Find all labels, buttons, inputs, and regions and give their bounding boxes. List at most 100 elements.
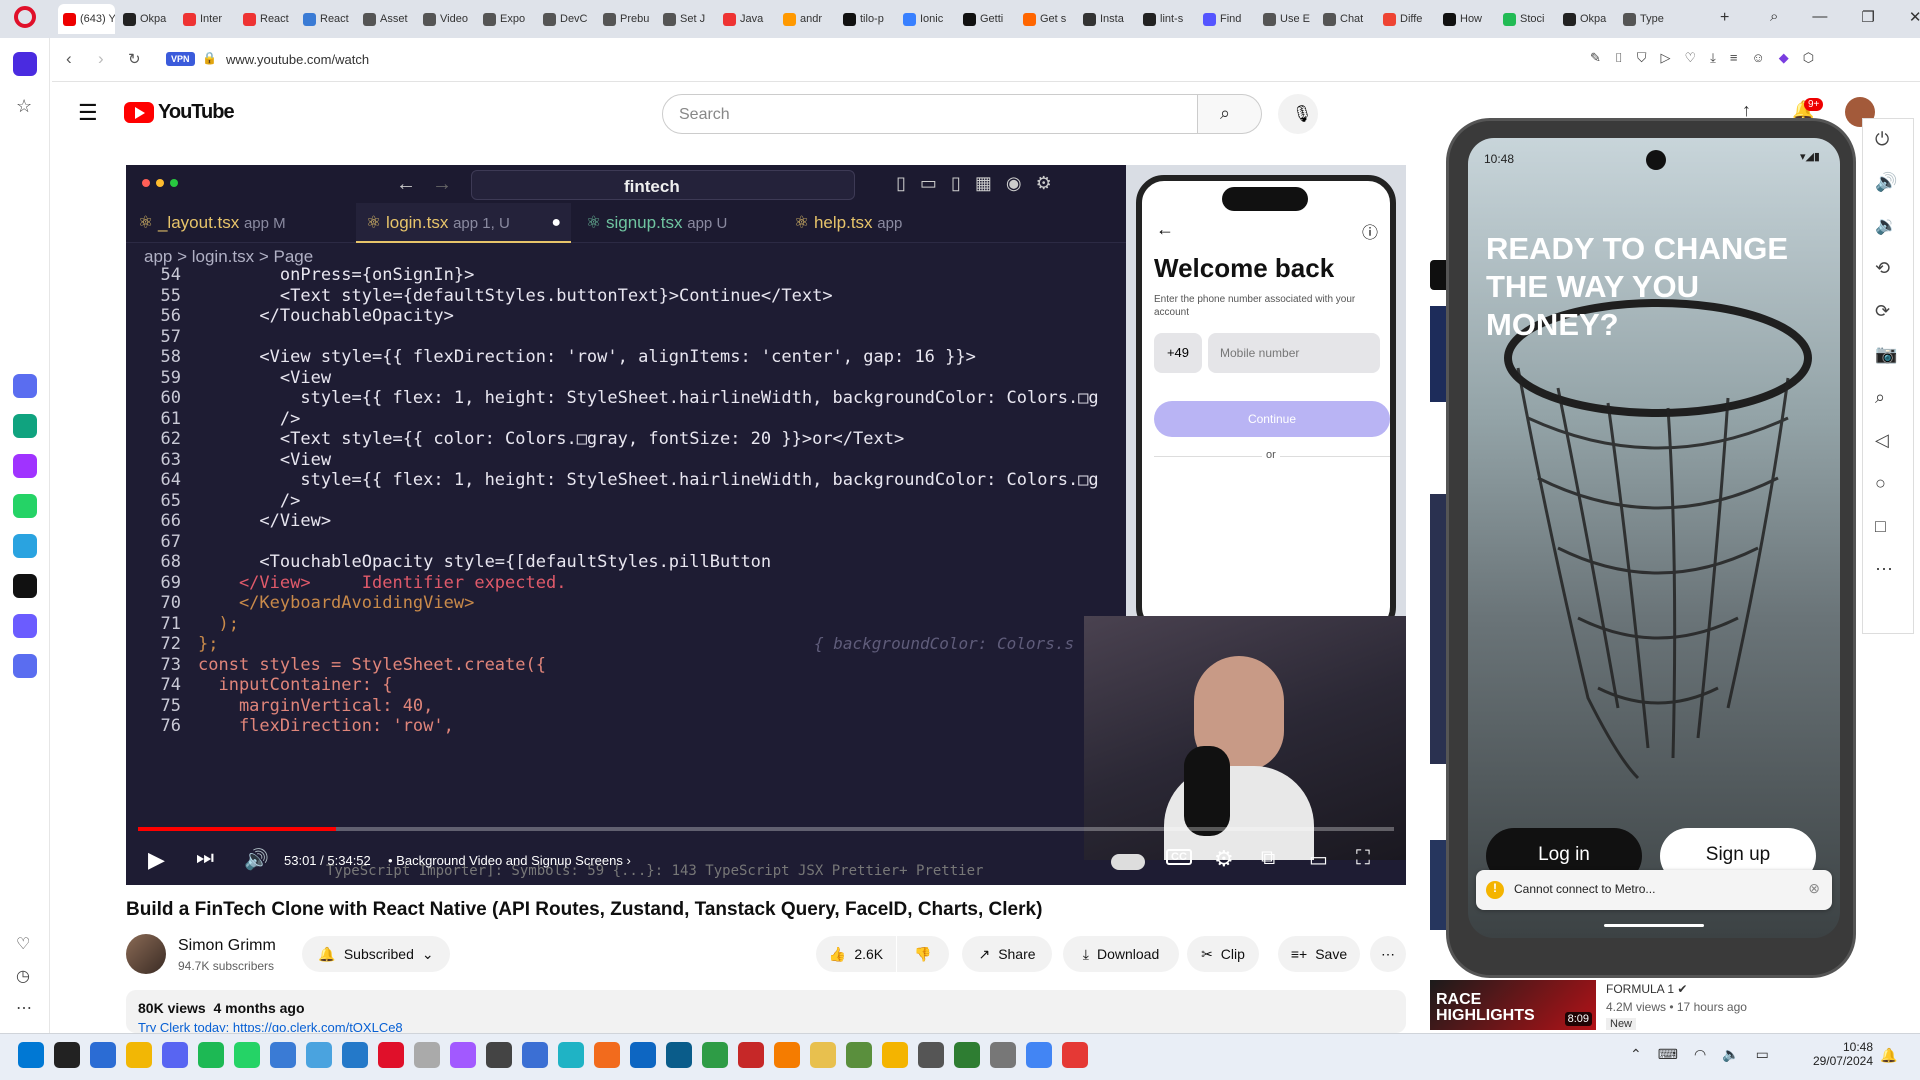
rec-channel[interactable]: FORMULA 1 ✔ — [1606, 982, 1687, 996]
more-actions-button[interactable]: ⋯ — [1370, 936, 1406, 972]
download-button[interactable]: ⤓ Download — [1063, 936, 1179, 972]
terminal-icon[interactable] — [702, 1042, 728, 1068]
rotate-right-icon[interactable]: ⟳ — [1875, 301, 1897, 322]
opera-logo-icon[interactable] — [14, 6, 36, 28]
history-icon[interactable]: ◷ — [16, 966, 30, 986]
back-icon[interactable]: ‹ — [66, 49, 72, 69]
volume-up-icon[interactable]: 🔊 — [1875, 172, 1897, 193]
browser-tab[interactable]: Set J — [658, 4, 715, 34]
description-box[interactable]: 80K views 4 months ago Try Clerk today: … — [126, 990, 1406, 1033]
file-explorer-icon[interactable] — [126, 1042, 152, 1068]
more-sidebar-icon[interactable]: ⋯ — [16, 998, 32, 1018]
aria-icon[interactable]: ◆ — [1779, 50, 1789, 66]
minimize-icon[interactable]: — — [1812, 8, 1827, 26]
browser-tab[interactable]: Asset — [358, 4, 415, 34]
browser-tab[interactable]: Get s — [1018, 4, 1075, 34]
youtube-logo-icon[interactable] — [124, 102, 154, 123]
subscribed-button[interactable]: 🔔 Subscribed ⌄ — [302, 936, 450, 972]
keyboard-icon[interactable]: ⌨ — [1658, 1046, 1678, 1063]
browser-tab[interactable]: Expo — [478, 4, 535, 34]
widgets-icon[interactable] — [90, 1042, 116, 1068]
screenshot-camera-icon[interactable]: 📷 — [1875, 344, 1897, 365]
url-field[interactable]: www.youtube.com/watch — [226, 52, 369, 67]
tray-chevron-icon[interactable]: ⌃ — [1630, 1046, 1642, 1063]
settings-icon[interactable]: ⚙ — [1214, 846, 1234, 872]
android-back-icon[interactable]: ◁ — [1875, 430, 1897, 451]
menu-hamburger-icon[interactable]: ☰ — [78, 100, 98, 126]
search-icon[interactable] — [54, 1042, 80, 1068]
maximize-icon[interactable]: ❐ — [1861, 8, 1874, 26]
volume-icon[interactable]: 🔊 — [244, 847, 269, 872]
cube-icon[interactable]: ⬡ — [1803, 50, 1814, 66]
miniplayer-icon[interactable]: ⧉ — [1261, 847, 1275, 870]
spreadsheet-icon[interactable] — [954, 1042, 980, 1068]
whatsapp-icon[interactable] — [234, 1042, 260, 1068]
next-icon[interactable]: ⏭ — [196, 847, 214, 870]
youtube-logo-text[interactable]: YouTube — [158, 101, 235, 124]
browser-tab[interactable]: tilo-p — [838, 4, 895, 34]
new-tab-plus-icon[interactable]: + — [1720, 9, 1729, 27]
browser-tab[interactable]: Chat — [1318, 4, 1375, 34]
game-icon[interactable] — [882, 1042, 908, 1068]
player-icon[interactable] — [13, 654, 37, 678]
trello-icon[interactable] — [630, 1042, 656, 1068]
browser-tab[interactable]: Okpa — [1558, 4, 1615, 34]
paint-icon[interactable] — [270, 1042, 296, 1068]
search-input[interactable]: Search — [662, 94, 1198, 134]
browser-tab[interactable]: Prebu — [598, 4, 655, 34]
vscode-icon[interactable] — [342, 1042, 368, 1068]
browser-tab[interactable]: Type — [1618, 4, 1675, 34]
calendar-icon[interactable] — [846, 1042, 872, 1068]
emulator-more-icon[interactable]: ⋯ — [1875, 559, 1897, 580]
windows-start-icon[interactable] — [18, 1042, 44, 1068]
browser-tab[interactable]: Find — [1198, 4, 1255, 34]
forward-icon[interactable]: › — [98, 49, 104, 69]
android-screen[interactable]: 10:48 ▾◢▮ READY TO CHANGE THE WAY YOU MO… — [1468, 138, 1840, 938]
browser-tab[interactable]: Okpa — [118, 4, 175, 34]
browser-tab[interactable]: andr — [778, 4, 835, 34]
camera-icon[interactable]: ⌷ — [1615, 50, 1623, 66]
cube-red-icon[interactable] — [738, 1042, 764, 1068]
browser-tab[interactable]: React — [238, 4, 295, 34]
browser-tab[interactable]: Stoci — [1498, 4, 1555, 34]
firefox-icon[interactable] — [774, 1042, 800, 1068]
browser-tab[interactable]: React — [298, 4, 355, 34]
notifications-icon[interactable]: 🔔 — [1880, 1047, 1897, 1064]
play-icon[interactable]: ▶ — [148, 847, 165, 873]
rotate-left-icon[interactable]: ⟲ — [1875, 258, 1897, 279]
theater-icon[interactable]: ▭ — [1309, 847, 1328, 872]
clip-button[interactable]: ✂ Clip — [1187, 936, 1259, 972]
browser-tab[interactable]: DevC — [538, 4, 595, 34]
messenger-icon[interactable] — [13, 454, 37, 478]
pdf-icon[interactable] — [1062, 1042, 1088, 1068]
speaker-icon[interactable]: 🔈 — [1722, 1046, 1739, 1063]
browser-tab[interactable]: (643) Y — [58, 4, 115, 34]
dislike-button[interactable]: 👎 — [897, 936, 949, 972]
app-icon[interactable] — [306, 1042, 332, 1068]
lock-icon[interactable]: 🔒 — [202, 51, 217, 65]
shield-icon[interactable]: ⛉ — [1637, 50, 1647, 66]
autoplay-toggle[interactable] — [1111, 854, 1145, 870]
progress-track[interactable] — [138, 827, 1394, 831]
volume-down-icon[interactable]: 🔉 — [1875, 215, 1897, 236]
browser-tab[interactable]: Getti — [958, 4, 1015, 34]
browser-tab[interactable]: Ionic — [898, 4, 955, 34]
browser-tab[interactable]: Use E — [1258, 4, 1315, 34]
search-button[interactable]: ⌕ — [1198, 94, 1262, 134]
whatsapp-icon[interactable] — [13, 494, 37, 518]
browser-tab[interactable]: Insta — [1078, 4, 1135, 34]
app-store-icon[interactable] — [522, 1042, 548, 1068]
notes-icon[interactable] — [810, 1042, 836, 1068]
toast-close-icon[interactable]: ⊗ — [1808, 880, 1820, 897]
opera-icon[interactable] — [378, 1042, 404, 1068]
channel-name[interactable]: Simon Grimm — [178, 937, 276, 955]
like-button[interactable]: 👍 2.6K — [816, 936, 896, 972]
cube-app-icon[interactable] — [558, 1042, 584, 1068]
chrome-icon[interactable] — [1026, 1042, 1052, 1068]
discord-icon[interactable] — [13, 614, 37, 638]
home-icon[interactable] — [13, 52, 37, 76]
db-icon[interactable] — [666, 1042, 692, 1068]
heart-icon[interactable]: ♡ — [1684, 50, 1696, 66]
pinboard-icon[interactable]: ☆ — [16, 96, 32, 117]
channel-avatar[interactable] — [126, 934, 166, 974]
